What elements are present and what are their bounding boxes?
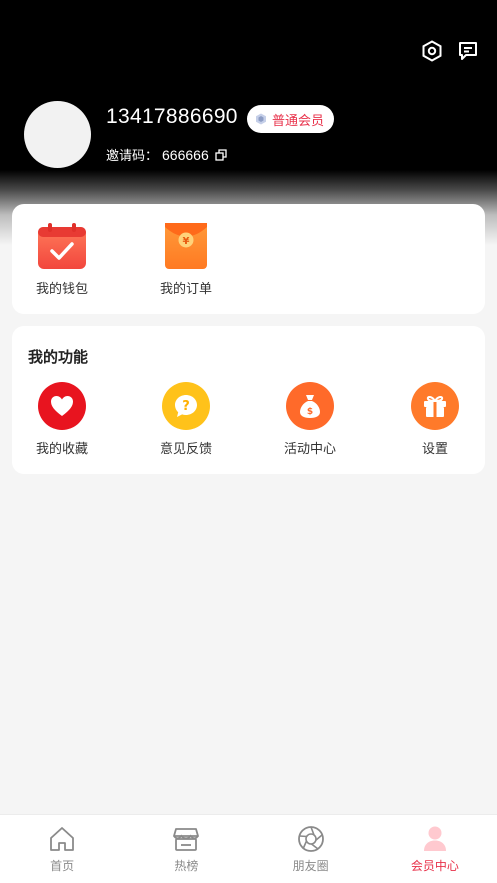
orders-item[interactable]: ¥ 我的订单 (154, 222, 218, 297)
favorites-label: 我的收藏 (35, 442, 88, 457)
phone-number: 13417886690 (106, 105, 238, 128)
question-bubble-icon: ? (162, 382, 210, 430)
wallet-item[interactable]: 我的钱包 (30, 222, 94, 297)
tab-moments[interactable]: 朋友圈 (249, 815, 373, 883)
diamond-icon (255, 113, 267, 125)
tab-home-label: 首页 (50, 859, 75, 873)
hexagon-settings-icon[interactable] (419, 38, 445, 64)
functions-card: 我的功能 我的收藏 ? 意见反馈 $ 活动中心 设置 (12, 326, 485, 474)
tab-member-center-label: 会员中心 (410, 859, 459, 873)
feedback-item[interactable]: ? 意见反馈 (154, 382, 218, 457)
functions-title: 我的功能 (28, 348, 89, 366)
tab-member-center[interactable]: 会员中心 (373, 815, 497, 883)
home-icon (48, 825, 76, 853)
user-icon (421, 825, 449, 853)
svg-text:?: ? (182, 399, 190, 414)
invite-code: 666666 (162, 146, 209, 163)
member-badge[interactable]: 普通会员 (247, 105, 335, 133)
wallet-calendar-icon (37, 222, 87, 270)
red-envelope-icon: ¥ (164, 222, 208, 270)
wallet-label: 我的钱包 (35, 282, 88, 297)
aperture-icon (297, 825, 325, 853)
svg-text:$: $ (307, 407, 313, 417)
settings-label: 设置 (421, 442, 448, 457)
tab-moments-label: 朋友圈 (292, 859, 329, 873)
settings-item[interactable]: 设置 (403, 382, 467, 457)
avatar[interactable] (24, 101, 91, 168)
bottom-tab-bar: 首页 热榜 朋友圈 会员中心 (0, 814, 497, 883)
money-bag-icon: $ (286, 382, 334, 430)
orders-label: 我的订单 (159, 282, 212, 297)
quick-access-card: 我的钱包 ¥ 我的订单 (12, 204, 485, 314)
activity-center-item[interactable]: $ 活动中心 (278, 382, 342, 457)
member-badge-label: 普通会员 (272, 113, 325, 129)
svg-text:¥: ¥ (183, 236, 190, 247)
gift-icon (411, 382, 459, 430)
favorites-item[interactable]: 我的收藏 (30, 382, 94, 457)
copy-icon[interactable] (215, 148, 227, 161)
heart-icon (38, 382, 86, 430)
tab-hot-label: 热榜 (174, 859, 199, 873)
invite-code-row[interactable]: 邀请码： 666666 (106, 145, 227, 164)
store-icon (172, 825, 200, 853)
message-icon[interactable] (455, 38, 481, 64)
invite-label: 邀请码： (106, 149, 159, 164)
activity-center-label: 活动中心 (283, 442, 336, 457)
tab-home[interactable]: 首页 (0, 815, 124, 883)
feedback-label: 意见反馈 (159, 442, 212, 457)
tab-hot[interactable]: 热榜 (124, 815, 248, 883)
